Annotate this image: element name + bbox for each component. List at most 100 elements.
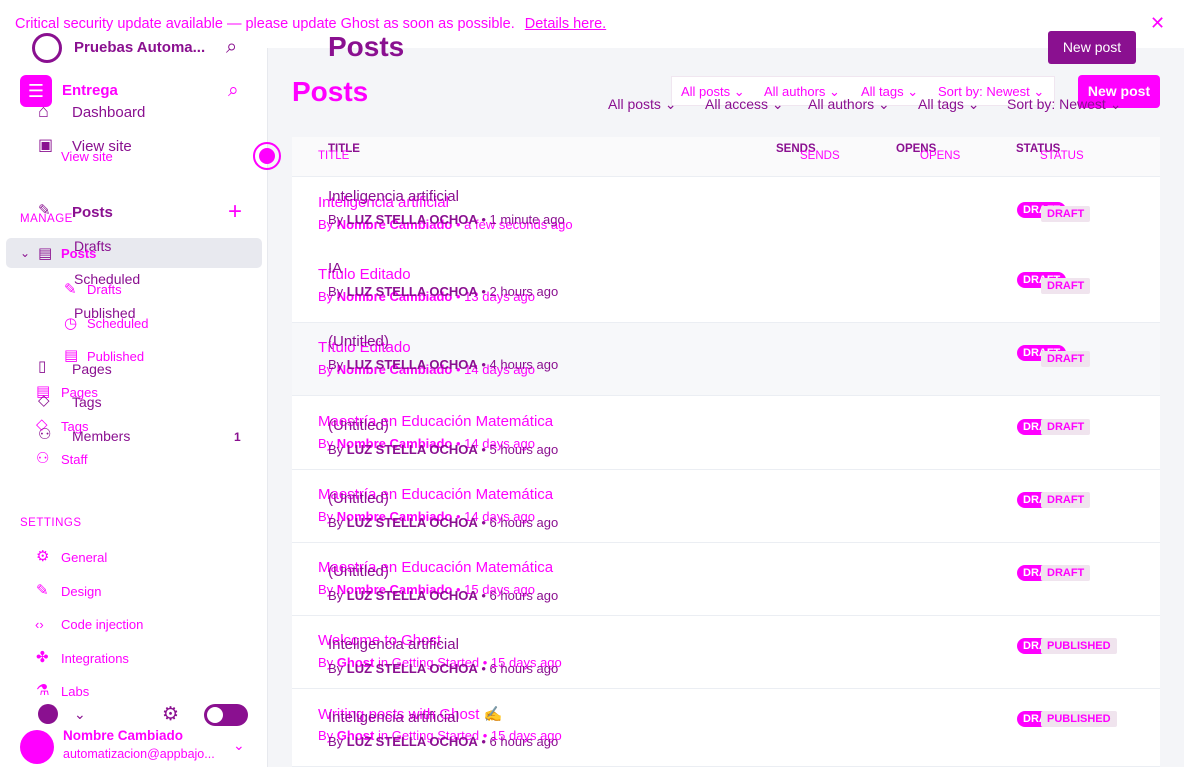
site-name[interactable]: Pruebas Automa... — [74, 39, 205, 56]
filter-all-access[interactable]: All access ⌄ — [705, 96, 784, 113]
post-title[interactable]: (Untitled) — [328, 490, 389, 507]
close-icon[interactable]: ✕ — [1150, 13, 1165, 34]
page-icon: ▯ — [38, 358, 47, 375]
post-title[interactable]: (Untitled) — [328, 333, 389, 350]
post-title[interactable]: IA — [328, 260, 342, 277]
workspace-name[interactable]: Entrega — [62, 82, 118, 99]
nav-design[interactable]: Design — [61, 584, 101, 599]
nav-drafts-secondary[interactable]: Drafts — [87, 282, 122, 297]
record-dot-icon — [259, 148, 275, 164]
nav-staff[interactable]: Staff — [61, 452, 88, 467]
code-icon: ‹› — [35, 617, 44, 632]
post-author: LUZ STELLA OCHOA — [346, 515, 478, 530]
nav-drafts[interactable]: Drafts — [74, 238, 111, 254]
gear-icon[interactable]: ⚙ — [162, 703, 179, 726]
puzzle-icon: ✤ — [36, 649, 49, 666]
post-title[interactable]: Inteligencia artificial — [328, 636, 459, 653]
column-status-secondary: STATUS — [1040, 150, 1084, 162]
nav-code-injection[interactable]: Code injection — [61, 617, 143, 632]
staff-icon: ⚇ — [36, 450, 50, 467]
status-badge: DRAFT — [1041, 278, 1091, 294]
filter-sort-secondary[interactable]: Sort by: Newest ⌄ — [1007, 96, 1121, 113]
filter-all-posts-secondary[interactable]: All posts ⌄ — [608, 96, 677, 113]
post-meta: By LUZ STELLA OCHOA • 1 minute ago — [328, 212, 565, 227]
post-title[interactable]: (Untitled) — [328, 417, 389, 434]
people-icon: ⚇ — [38, 426, 52, 443]
new-post-button[interactable]: New post — [1048, 31, 1136, 64]
edit-icon: ✎ — [38, 202, 51, 219]
banner-message: Critical security update available — ple… — [15, 16, 606, 32]
avatar-icon[interactable] — [38, 704, 58, 724]
post-author: LUZ STELLA OCHOA — [346, 734, 478, 749]
post-by: By — [328, 442, 344, 457]
post-author: LUZ STELLA OCHOA — [346, 212, 478, 227]
ghost-logo-icon — [32, 33, 62, 63]
list-icon: ▤ — [38, 245, 53, 262]
post-title[interactable]: Inteligencia artificial — [328, 188, 459, 205]
nav-labs[interactable]: Labs — [61, 684, 89, 699]
post-meta: By LUZ STELLA OCHOA • 5 hours ago — [328, 442, 558, 457]
banner-details-link[interactable]: Details here. — [525, 16, 606, 32]
nav-posts-primary[interactable]: Posts — [72, 204, 113, 221]
post-meta: By LUZ STELLA OCHOA • 6 hours ago — [328, 661, 558, 676]
banner-text: Critical security update available — ple… — [15, 16, 515, 32]
tag-icon: ◇ — [38, 392, 50, 409]
post-author: LUZ STELLA OCHOA — [346, 588, 478, 603]
post-time: • 2 hours ago — [481, 284, 559, 299]
brush-icon: ✎ — [36, 582, 49, 599]
post-time: • 6 hours ago — [481, 734, 559, 749]
page-title: Posts — [328, 31, 405, 62]
chevron-down-icon[interactable]: ⌄ — [233, 737, 245, 754]
page-title-secondary: Posts — [292, 76, 369, 107]
flask-icon: ⚗ — [36, 682, 50, 699]
post-by: By — [328, 284, 344, 299]
post-time: • 1 minute ago — [481, 212, 565, 227]
nav-members[interactable]: Members — [72, 428, 130, 444]
post-meta: By LUZ STELLA OCHOA • 6 hours ago — [328, 588, 558, 603]
column-opens-secondary: OPENS — [920, 150, 961, 162]
status-badge: DRAFT — [1041, 419, 1091, 435]
status-badge: PUBLISHED — [1041, 638, 1117, 654]
nav-view-site-secondary[interactable]: View site — [61, 149, 113, 164]
clock-icon: ◷ — [64, 315, 78, 332]
nav-tags[interactable]: Tags — [72, 394, 102, 410]
search-icon[interactable]: ⌕ — [226, 36, 237, 59]
status-badge: DRAFT — [1041, 565, 1091, 581]
post-author: LUZ STELLA OCHOA — [346, 661, 478, 676]
post-meta: By LUZ STELLA OCHOA • 2 hours ago — [328, 284, 558, 299]
post-meta: By LUZ STELLA OCHOA • 6 hours ago — [328, 515, 558, 530]
column-sends-secondary: SENDS — [800, 150, 840, 162]
nav-dashboard[interactable]: Dashboard — [72, 104, 145, 121]
post-title[interactable]: (Untitled) — [328, 563, 389, 580]
nav-integrations[interactable]: Integrations — [61, 651, 129, 666]
post-by: By — [328, 661, 344, 676]
column-title-secondary: TITLE — [318, 150, 350, 162]
post-time: • 6 hours ago — [481, 515, 559, 530]
post-time: • 4 hours ago — [481, 357, 559, 372]
post-author: LUZ STELLA OCHOA — [346, 442, 478, 457]
nav-pages[interactable]: Pages — [72, 361, 112, 377]
post-author: LUZ STELLA OCHOA — [346, 357, 478, 372]
user-email: automatizacion@appbajo... — [63, 747, 215, 761]
filter-all-authors-secondary[interactable]: All authors ⌄ — [808, 96, 890, 113]
post-by: By — [328, 734, 344, 749]
filter-all-tags-secondary[interactable]: All tags ⌄ — [918, 96, 980, 113]
post-meta: By LUZ STELLA OCHOA • 6 hours ago — [328, 734, 558, 749]
status-badge: DRAFT — [1041, 492, 1091, 508]
home-icon: ⌂ — [38, 101, 49, 121]
user-name: Nombre Cambiado — [63, 728, 184, 743]
plus-icon[interactable]: + — [228, 198, 242, 226]
post-by: By — [328, 357, 344, 372]
post-meta: By LUZ STELLA OCHOA • 4 hours ago — [328, 357, 558, 372]
chevron-down-icon[interactable]: ⌄ — [74, 706, 86, 723]
nav-scheduled-secondary[interactable]: Scheduled — [87, 316, 148, 331]
status-badge: DRAFT — [1041, 351, 1091, 367]
post-title[interactable]: Inteligencia artificial — [328, 709, 459, 726]
pencil-icon: ✎ — [64, 281, 77, 298]
search-icon[interactable]: ⌕ — [228, 80, 239, 102]
section-settings: SETTINGS — [20, 517, 82, 529]
chevron-down-icon[interactable]: ⌄ — [20, 246, 30, 260]
post-time: • 6 hours ago — [481, 661, 559, 676]
avatar[interactable] — [20, 730, 54, 764]
nav-general[interactable]: General — [61, 550, 107, 565]
